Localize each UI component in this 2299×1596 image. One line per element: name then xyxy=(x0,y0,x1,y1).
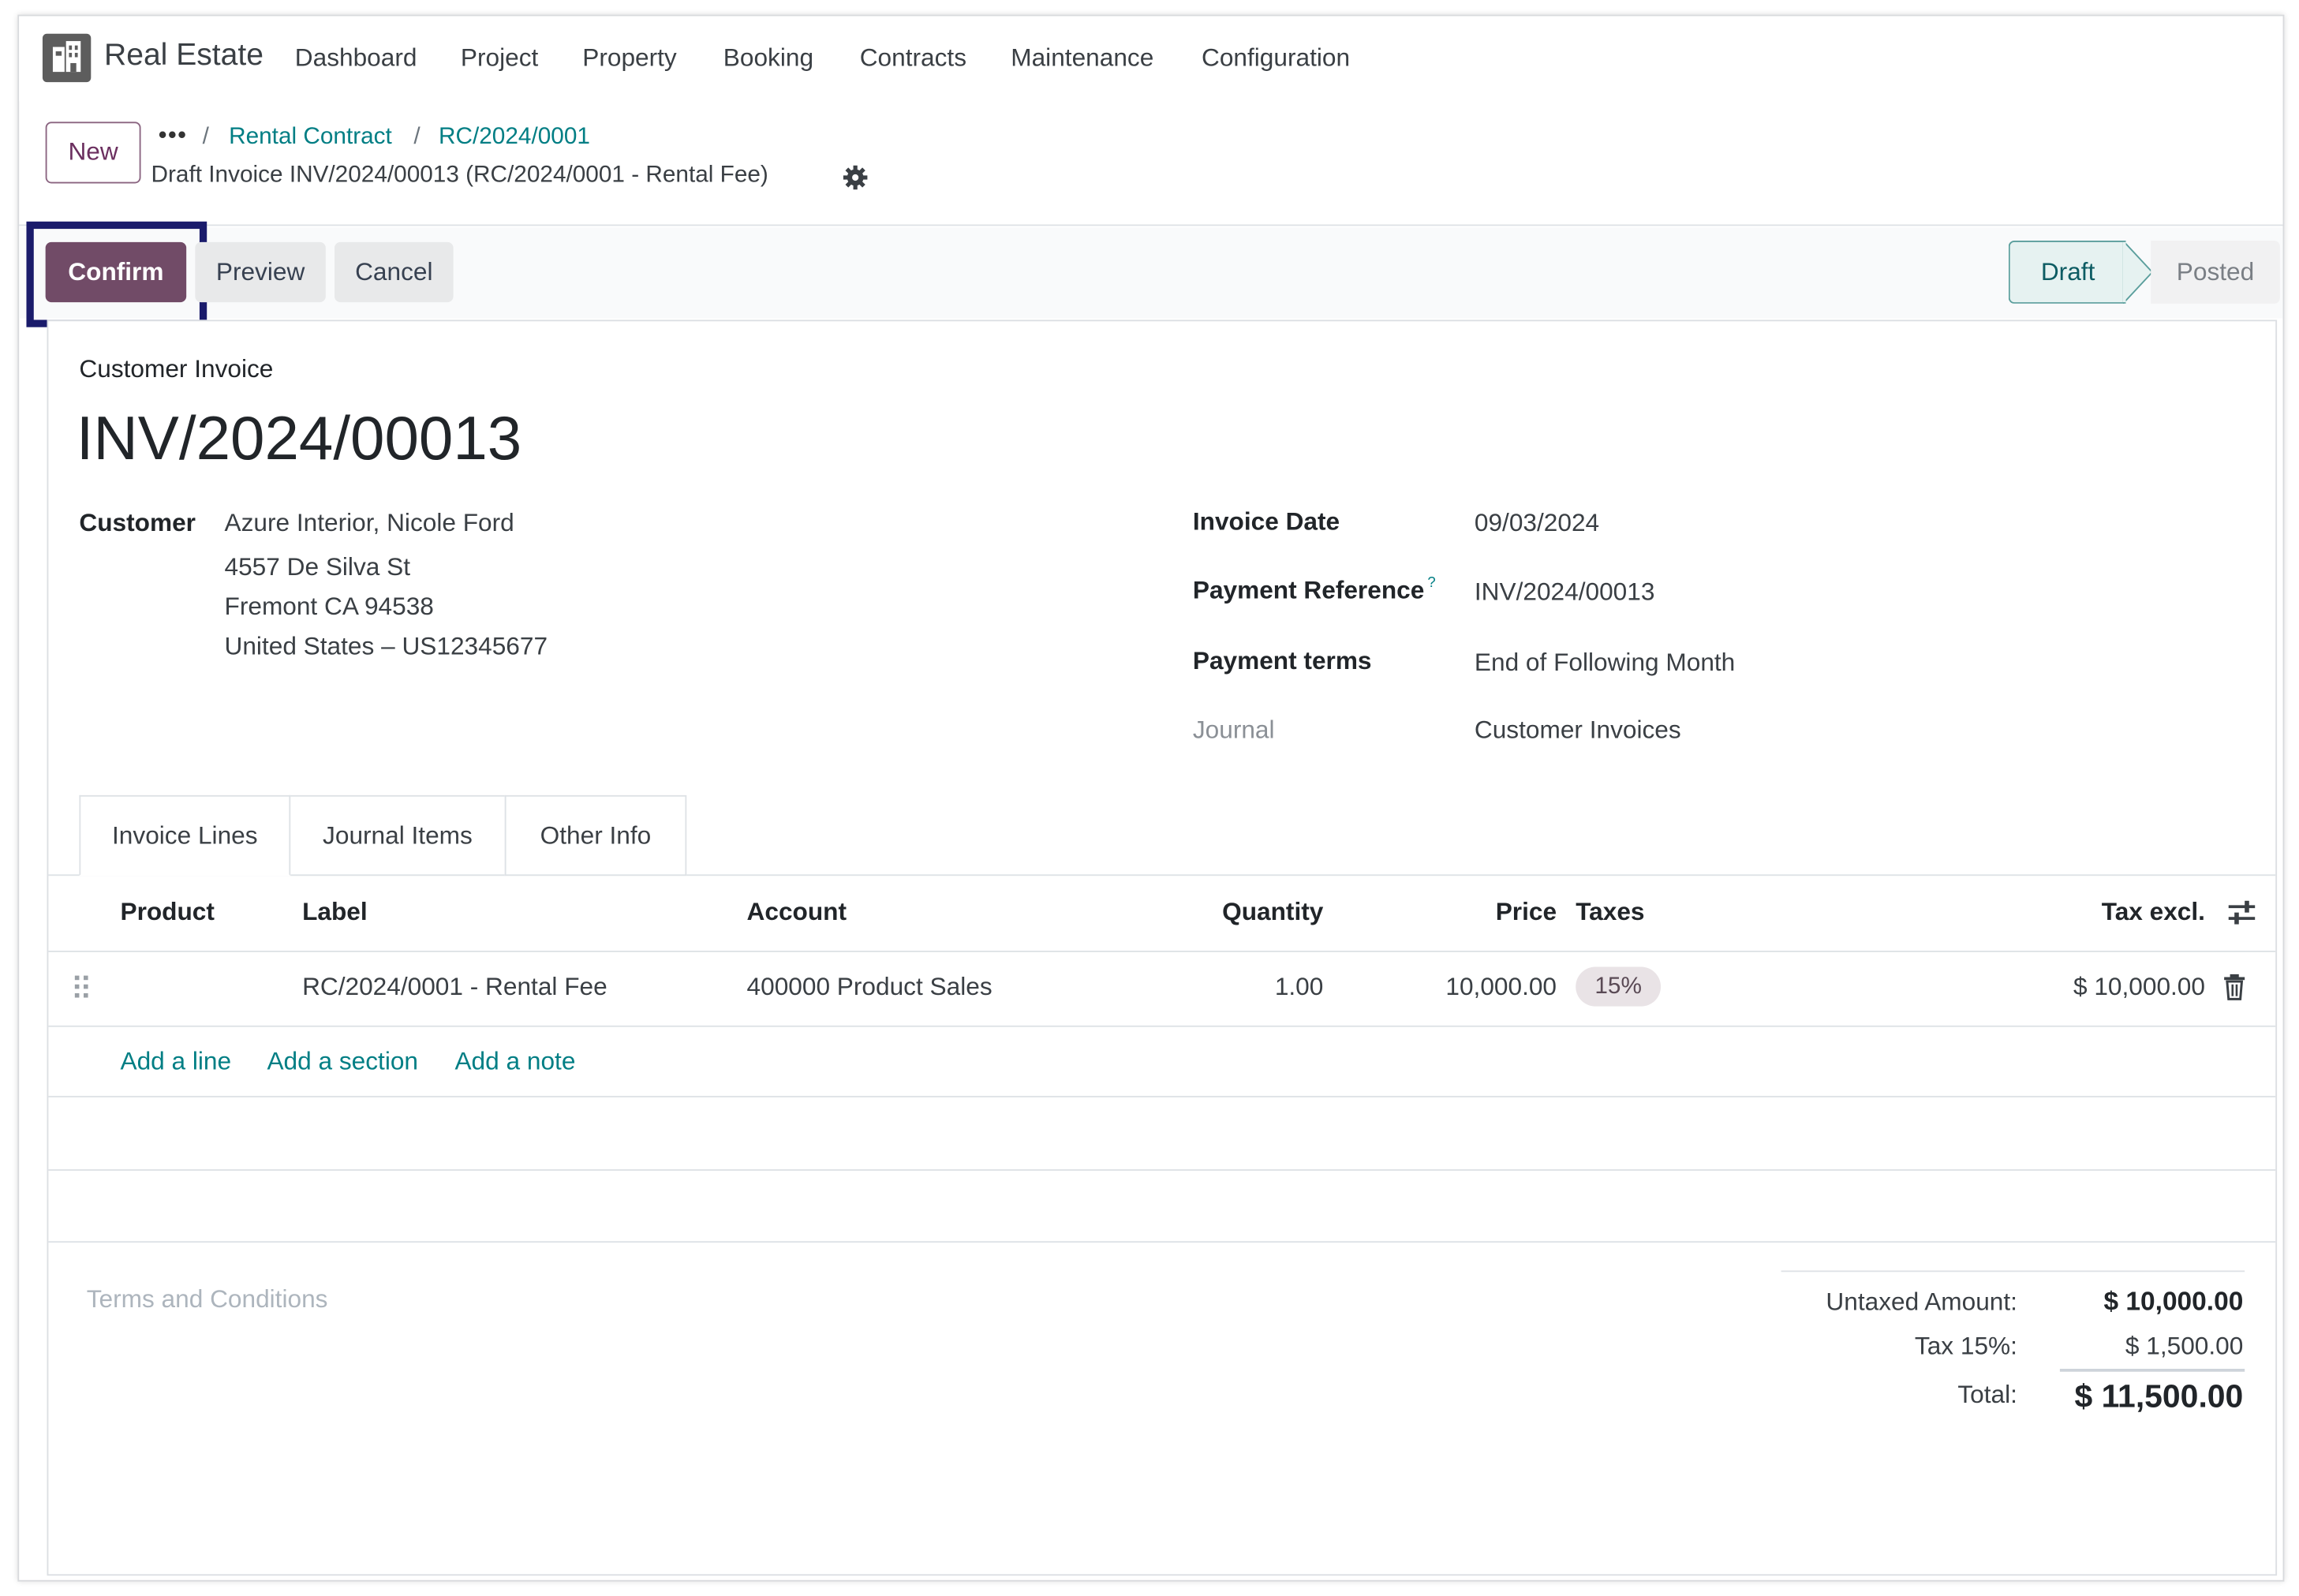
total-value: $ 11,500.00 xyxy=(2074,1377,2244,1415)
header-row-divider xyxy=(48,951,2276,952)
totals-top-divider xyxy=(1781,1270,2245,1273)
cancel-button[interactable]: Cancel xyxy=(334,241,454,303)
gear-icon[interactable] xyxy=(842,164,868,198)
payment-terms-label: Payment terms xyxy=(1192,647,1372,675)
row-divider xyxy=(48,1169,2276,1171)
terms-and-conditions-field[interactable]: Terms and Conditions xyxy=(87,1285,328,1314)
column-header-tax-excl[interactable]: Tax excl. xyxy=(2102,898,2205,927)
breadcrumb-separator: / xyxy=(202,125,209,150)
customer-address-country: United States – US12345677 xyxy=(224,632,548,660)
document-type: Customer Invoice xyxy=(79,355,274,383)
untaxed-amount-label: Untaxed Amount: xyxy=(1826,1288,2017,1317)
payment-reference-label: Payment Reference xyxy=(1192,576,1425,605)
confirm-highlight-box xyxy=(26,221,207,327)
tab-invoice-lines[interactable]: Invoice Lines xyxy=(79,794,291,876)
column-header-product[interactable]: Product xyxy=(120,898,214,927)
add-section-link[interactable]: Add a section xyxy=(267,1048,418,1077)
tax-badge[interactable]: 15% xyxy=(1576,966,1662,1007)
menu-maintenance[interactable]: Maintenance xyxy=(1011,44,1153,73)
row-divider xyxy=(48,1096,2276,1097)
add-note-link[interactable]: Add a note xyxy=(454,1048,575,1077)
customer-name[interactable]: Azure Interior, Nicole Ford xyxy=(225,509,514,538)
column-header-quantity[interactable]: Quantity xyxy=(1222,898,1323,927)
invoice-date-label: Invoice Date xyxy=(1192,507,1340,536)
table-bottom-divider xyxy=(48,1241,2276,1243)
breadcrumb-more-button[interactable]: ••• xyxy=(159,123,188,149)
total-divider xyxy=(2059,1369,2245,1372)
journal-field[interactable]: Customer Invoices xyxy=(1475,716,1681,745)
status-draft[interactable]: Draft xyxy=(2008,240,2126,304)
top-navbar: Real Estate Dashboard Project Property B… xyxy=(19,16,2283,102)
cell-tax-excl: $ 10,000.00 xyxy=(2073,972,2205,1001)
drag-handle-icon[interactable] xyxy=(73,974,91,1008)
cell-price[interactable]: 10,000.00 xyxy=(1445,973,1557,1002)
tax-label: Tax 15%: xyxy=(1914,1332,2017,1360)
invoice-date-field[interactable]: 09/03/2024 xyxy=(1475,509,1599,538)
customer-address-city: Fremont CA 94538 xyxy=(224,592,434,621)
app-title[interactable]: Real Estate xyxy=(104,38,264,73)
cell-label[interactable]: RC/2024/0001 - Rental Fee xyxy=(302,973,607,1002)
row-divider xyxy=(48,1025,2276,1027)
menu-project[interactable]: Project xyxy=(461,44,538,73)
invoice-number: INV/2024/00013 xyxy=(76,403,522,473)
customer-address-street: 4557 De Silva St xyxy=(224,553,411,581)
tax-value: $ 1,500.00 xyxy=(2125,1332,2244,1360)
status-posted[interactable]: Posted xyxy=(2151,240,2280,304)
real-estate-app-icon[interactable] xyxy=(42,33,92,83)
add-line-link[interactable]: Add a line xyxy=(120,1048,231,1077)
menu-contracts[interactable]: Contracts xyxy=(860,44,966,73)
trash-icon[interactable] xyxy=(2222,974,2246,1008)
menu-dashboard[interactable]: Dashboard xyxy=(295,44,417,73)
total-label: Total: xyxy=(1957,1380,2017,1409)
record-title: Draft Invoice INV/2024/00013 (RC/2024/00… xyxy=(151,163,768,189)
column-header-taxes[interactable]: Taxes xyxy=(1576,898,1644,927)
preview-button[interactable]: Preview xyxy=(195,241,326,303)
new-button[interactable]: New xyxy=(45,121,141,184)
payment-reference-field[interactable]: INV/2024/00013 xyxy=(1475,578,1655,607)
payment-terms-field[interactable]: End of Following Month xyxy=(1475,648,1735,678)
tab-other-info[interactable]: Other Info xyxy=(504,794,687,876)
menu-property[interactable]: Property xyxy=(582,44,676,73)
menu-configuration[interactable]: Configuration xyxy=(1202,44,1350,73)
help-tooltip-icon[interactable]: ? xyxy=(1427,575,1435,591)
tab-journal-items[interactable]: Journal Items xyxy=(289,794,507,876)
menu-booking[interactable]: Booking xyxy=(723,44,813,73)
column-header-account[interactable]: Account xyxy=(747,898,847,927)
untaxed-amount-value: $ 10,000.00 xyxy=(2103,1286,2244,1317)
cell-quantity[interactable]: 1.00 xyxy=(1275,973,1324,1002)
form-sheet xyxy=(47,320,2278,1576)
breadcrumb-rental-contract[interactable]: Rental Contract xyxy=(229,125,392,151)
column-settings-icon[interactable] xyxy=(2227,898,2256,934)
column-header-price[interactable]: Price xyxy=(1496,898,1557,927)
customer-label: Customer xyxy=(79,509,196,537)
breadcrumb-separator: / xyxy=(413,125,421,150)
column-header-label[interactable]: Label xyxy=(302,898,368,927)
cell-account[interactable]: 400000 Product Sales xyxy=(747,973,992,1002)
control-panel-divider xyxy=(19,224,2283,226)
journal-label: Journal xyxy=(1192,716,1275,744)
breadcrumb-contract-ref[interactable]: RC/2024/0001 xyxy=(439,125,590,151)
